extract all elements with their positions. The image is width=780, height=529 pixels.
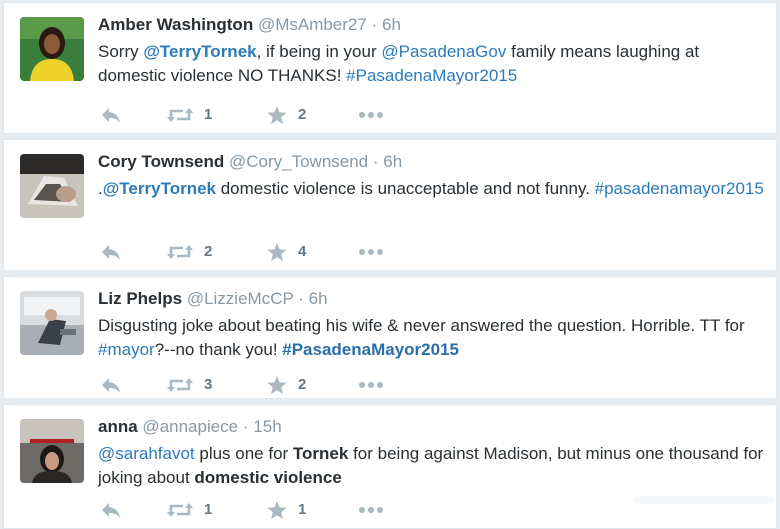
favorite-count: 2	[298, 376, 307, 393]
timestamp[interactable]: 6h	[383, 152, 402, 171]
mention-link[interactable]: @sarahfavot	[98, 444, 195, 463]
tweet-actions: 1 2	[100, 104, 400, 126]
reply-icon	[102, 378, 120, 393]
retweet-icon	[167, 503, 193, 517]
avatar[interactable]	[20, 154, 84, 218]
mention-link[interactable]: @PasadenaGov	[381, 42, 506, 61]
reply-button[interactable]	[100, 499, 122, 521]
separator: ·	[371, 15, 378, 34]
hashtag-link[interactable]: #pasadenamayor2015	[595, 179, 764, 198]
user-name[interactable]: anna	[98, 417, 138, 436]
user-handle[interactable]: @LizzieMcCP	[187, 289, 294, 308]
tweet-text: @sarahfavot plus one for Tornek for bein…	[98, 442, 768, 490]
more-icon	[359, 112, 383, 118]
retweet-count: 1	[204, 501, 213, 518]
avatar[interactable]	[20, 17, 84, 81]
user-handle[interactable]: @annapiece	[142, 417, 238, 436]
retweet-icon	[167, 378, 193, 392]
tweet-text: .@TerryTornek domestic violence is unacc…	[98, 177, 768, 201]
timestamp[interactable]: 6h	[309, 289, 328, 308]
bold-text: Tornek	[292, 444, 349, 463]
bold-text: domestic violence	[194, 468, 342, 487]
tweet-text-run: domestic violence is unacceptable and no…	[216, 179, 595, 198]
favorite-count: 2	[298, 106, 307, 123]
avatar-image	[20, 154, 84, 218]
more-button[interactable]	[358, 104, 386, 126]
tweet-text-run: Sorry	[98, 42, 144, 61]
user-handle[interactable]: @Cory_Townsend	[229, 152, 368, 171]
favorite-button[interactable]: 1	[266, 499, 306, 521]
favorite-button[interactable]: 2	[266, 104, 306, 126]
separator: ·	[372, 152, 379, 171]
more-button[interactable]	[358, 241, 386, 263]
tweet-text-run: plus one for	[194, 444, 293, 463]
reply-button[interactable]	[100, 374, 122, 396]
favorite-count: 1	[298, 501, 307, 518]
user-handle[interactable]: @MsAmber27	[258, 15, 367, 34]
tweet-text-run: , if being in your	[256, 42, 382, 61]
retweet-count: 3	[204, 376, 213, 393]
tweet-text: Sorry @TerryTornek, if being in your @Pa…	[98, 40, 768, 88]
tweet-text-run: ?--no thank you!	[154, 340, 283, 359]
retweet-count: 2	[204, 243, 213, 260]
avatar[interactable]	[20, 419, 84, 483]
separator: ·	[242, 417, 249, 436]
reply-button[interactable]	[100, 241, 122, 263]
hashtag-link[interactable]: #PasadenaMayor2015	[346, 66, 517, 85]
hashtag-link[interactable]: #PasadenaMayor2015	[282, 340, 459, 359]
favorite-count: 4	[298, 243, 307, 260]
retweet-icon	[167, 108, 193, 122]
tweet-actions: 3 2	[100, 374, 400, 396]
favorite-button[interactable]: 2	[266, 374, 306, 396]
user-name[interactable]: Liz Phelps	[98, 289, 182, 308]
timestamp[interactable]: 15h	[253, 417, 281, 436]
retweet-button[interactable]: 1	[166, 104, 212, 126]
reply-button[interactable]	[100, 104, 122, 126]
tweet-header: Amber Washington @MsAmber27 · 6h	[98, 13, 401, 37]
star-icon	[267, 106, 287, 124]
tweet-header: Cory Townsend @Cory_Townsend · 6h	[98, 150, 402, 174]
more-button[interactable]	[358, 499, 386, 521]
retweet-button[interactable]: 2	[166, 241, 212, 263]
avatar-image	[20, 17, 84, 81]
retweet-button[interactable]: 3	[166, 374, 212, 396]
reply-icon	[102, 108, 120, 123]
mention-link[interactable]: @TerryTornek	[103, 179, 216, 198]
avatar-image	[20, 419, 84, 483]
avatar[interactable]	[20, 291, 84, 355]
retweet-count: 1	[204, 106, 213, 123]
tweet-timeline: Amber Washington @MsAmber27 · 6h Sorry @…	[0, 0, 780, 529]
timestamp[interactable]: 6h	[382, 15, 401, 34]
star-icon	[267, 376, 287, 394]
tweet-header: anna @annapiece · 15h	[98, 415, 282, 439]
tweet-text-run: Disgusting joke about beating his wife &…	[98, 316, 745, 335]
tweet[interactable]: Liz Phelps @LizzieMcCP · 6h Disgusting j…	[3, 276, 777, 399]
more-button[interactable]	[358, 374, 386, 396]
reply-icon	[102, 245, 120, 260]
user-name[interactable]: Amber Washington	[98, 15, 253, 34]
star-icon	[267, 501, 287, 519]
tweet-header: Liz Phelps @LizzieMcCP · 6h	[98, 287, 328, 311]
retweet-button[interactable]: 1	[166, 499, 212, 521]
more-icon	[359, 382, 383, 388]
more-icon	[359, 507, 383, 513]
favorite-button[interactable]: 4	[266, 241, 306, 263]
tweet[interactable]: Cory Townsend @Cory_Townsend · 6h .@Terr…	[3, 139, 777, 271]
separator: ·	[298, 289, 304, 308]
user-name[interactable]: Cory Townsend	[98, 152, 224, 171]
tweet-actions: 1 1	[100, 499, 400, 521]
retweet-icon	[167, 245, 193, 259]
more-icon	[359, 249, 383, 255]
tweet[interactable]: Amber Washington @MsAmber27 · 6h Sorry @…	[3, 2, 777, 134]
watermark	[634, 496, 774, 504]
tweet-actions: 2 4	[100, 241, 400, 263]
reply-icon	[102, 503, 120, 518]
tweet-text: Disgusting joke about beating his wife &…	[98, 314, 768, 362]
mention-link[interactable]: @TerryTornek	[143, 42, 256, 61]
tweet[interactable]: anna @annapiece · 15h @sarahfavot plus o…	[3, 404, 777, 529]
hashtag-link[interactable]: #mayor	[98, 340, 155, 359]
avatar-image	[20, 291, 84, 355]
star-icon	[267, 243, 287, 261]
